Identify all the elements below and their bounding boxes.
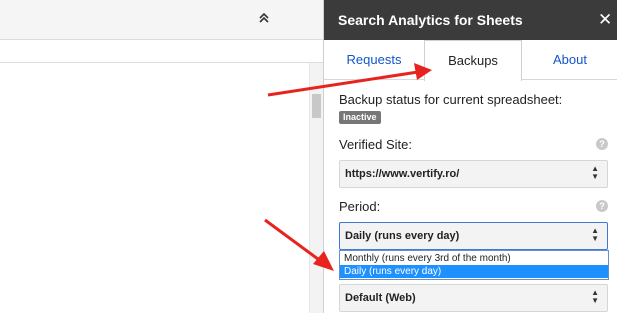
addon-sidebar: Search Analytics for Sheets ✕ Requests B… [323,0,617,313]
backup-status-label: Backup status for current spreadsheet: [339,92,563,107]
formula-bar[interactable] [0,40,323,63]
select-arrows-icon: ▲ ▼ [591,164,599,181]
search-type-value: Default (Web) [345,292,416,304]
tab-about[interactable]: About [522,40,617,80]
select-arrows-icon: ▲ ▼ [591,226,599,243]
period-dropdown-list: Monthly (runs every 3rd of the month) Da… [339,250,609,280]
search-type-select[interactable]: Default (Web) ▲ ▼ [339,284,608,312]
tab-requests[interactable]: Requests [324,40,424,80]
verified-site-label: Verified Site: [339,137,412,152]
status-badge: Inactive [339,111,381,124]
verified-site-value: https://www.vertify.ro/ [345,168,460,180]
tab-bar: Requests Backups About [324,40,617,81]
collapse-icon[interactable] [255,11,273,29]
period-select[interactable]: Daily (runs every day) ▲ ▼ [339,222,608,250]
collapse-chevrons-icon [259,12,269,23]
sheet-grid[interactable] [0,63,309,313]
tab-backups[interactable]: Backups [424,40,522,81]
close-icon[interactable]: ✕ [598,10,612,30]
verified-site-select[interactable]: https://www.vertify.ro/ ▲ ▼ [339,160,608,188]
sheet-toolbar [0,0,323,40]
scrollbar-thumb[interactable] [312,94,321,118]
period-option-monthly[interactable]: Monthly (runs every 3rd of the month) [340,252,608,265]
select-arrows-icon: ▲ ▼ [591,288,599,305]
period-option-daily[interactable]: Daily (runs every day) [340,265,608,278]
sidebar-header: Search Analytics for Sheets ✕ [324,0,617,40]
help-icon[interactable]: ? [596,138,608,150]
period-value: Daily (runs every day) [345,230,460,242]
period-label: Period: [339,199,381,214]
help-icon[interactable]: ? [596,200,608,212]
sidebar-title: Search Analytics for Sheets [338,12,523,28]
